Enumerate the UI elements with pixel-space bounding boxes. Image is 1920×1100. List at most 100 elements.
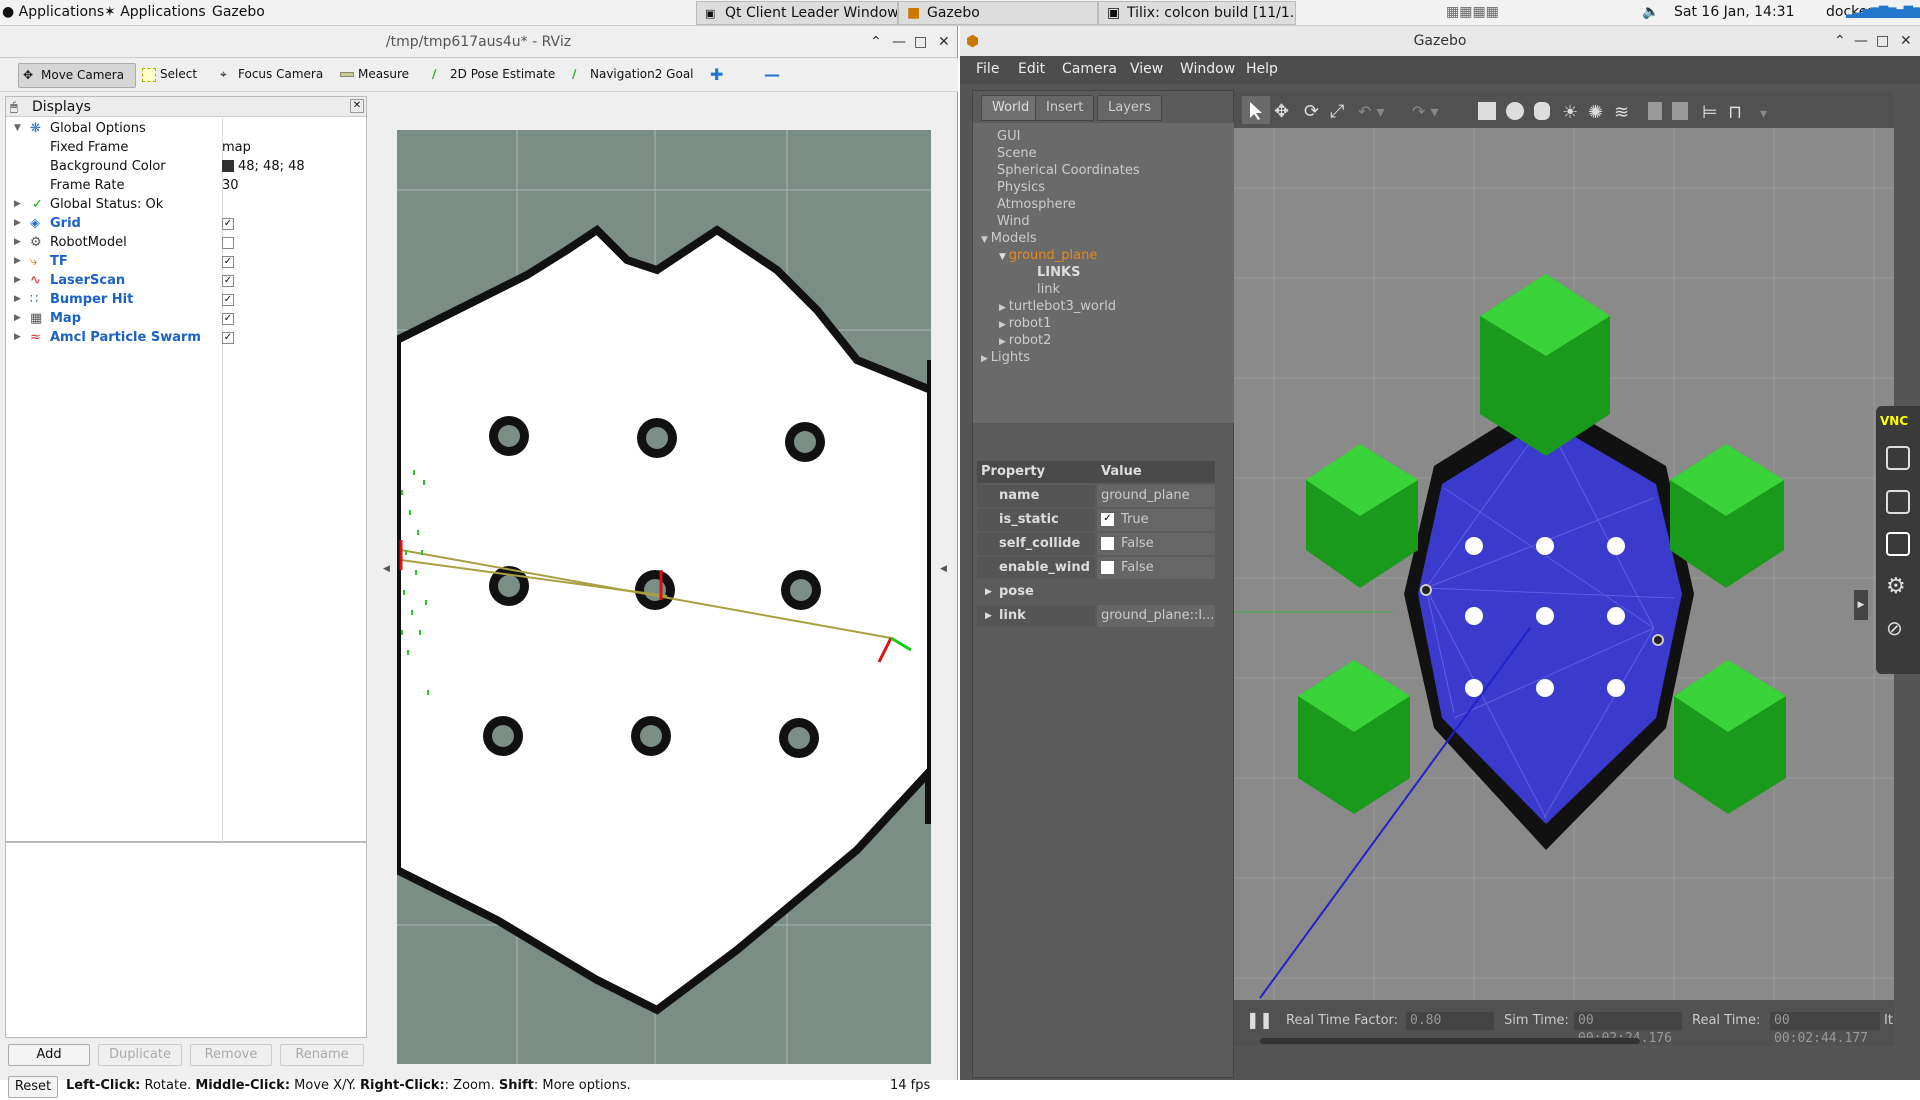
pose-estimate-tool[interactable]: ∕ 2D Pose Estimate — [428, 63, 561, 88]
pause-icon[interactable]: ❚❚ — [1246, 1010, 1273, 1029]
property-name[interactable]: name ground_plane — [977, 485, 1215, 507]
expand-arrow-icon[interactable]: ▶ — [14, 214, 21, 233]
tree-bumper-hit[interactable]: ▶ ∷ Bumper Hit ✓ — [6, 290, 366, 309]
tab-insert[interactable]: Insert — [1035, 95, 1095, 121]
clock[interactable]: Sat 16 Jan, 14:31 — [1674, 4, 1795, 20]
expand-arrow-icon[interactable]: ▶ — [999, 320, 1009, 330]
tab-layers[interactable]: Layers — [1097, 95, 1163, 121]
tf-checkbox[interactable]: ✓ — [222, 256, 234, 268]
workspace-switcher-icon[interactable]: ▦▦▦▦ — [1446, 4, 1499, 20]
rviz-minimize-button-2[interactable]: — — [892, 26, 906, 58]
tree-laserscan[interactable]: ▶ ∿ LaserScan ✓ — [6, 271, 366, 290]
tree-wind[interactable]: Wind — [997, 214, 1030, 229]
tree-atmosphere[interactable]: Atmosphere — [997, 197, 1076, 212]
amcl-checkbox[interactable]: ✓ — [222, 332, 234, 344]
fixed-frame-value[interactable]: map — [222, 138, 251, 157]
expand-arrow-icon[interactable]: ▶ — [985, 605, 992, 627]
keyboard-icon[interactable] — [1886, 446, 1910, 470]
gear-icon[interactable]: ⚙ — [1886, 574, 1906, 599]
laserscan-checkbox[interactable]: ✓ — [222, 275, 234, 287]
gazebo-minimize-button[interactable]: — — [1854, 26, 1868, 56]
duplicate-button[interactable]: Duplicate — [98, 1044, 182, 1066]
tree-gui[interactable]: GUI — [997, 129, 1020, 144]
tree-link[interactable]: link — [1037, 282, 1060, 297]
property-self-collide[interactable]: self_collide False — [977, 533, 1215, 555]
rviz-minimize-button[interactable]: ⌃ — [870, 26, 882, 58]
expand-arrow-icon[interactable]: ▶ — [14, 290, 21, 309]
rename-button[interactable]: Rename — [280, 1044, 364, 1066]
expand-arrow-icon[interactable]: ▶ — [14, 328, 21, 347]
tree-physics[interactable]: Physics — [997, 180, 1045, 195]
menu-edit[interactable]: Edit — [1018, 61, 1045, 77]
tree-map[interactable]: ▶ ▦ Map ✓ — [6, 309, 366, 328]
rviz-close-button[interactable]: ✕ — [938, 26, 950, 58]
taskbar-window-tilix[interactable]: ▣ Tilix: colcon build [11/1... — [1098, 1, 1296, 25]
add-tool-icon[interactable]: ✚ — [706, 63, 727, 88]
rviz-3d-viewport[interactable] — [397, 130, 931, 1064]
property-pose[interactable]: ▶ pose — [977, 581, 1215, 603]
measure-tool[interactable]: Measure — [336, 63, 415, 88]
clipboard-icon[interactable] — [1886, 490, 1910, 514]
tree-global-options[interactable]: ▼ ❋ Global Options — [6, 119, 366, 138]
property-enable-wind[interactable]: enable_wind False — [977, 557, 1215, 579]
remove-button[interactable]: Remove — [190, 1044, 272, 1066]
grid-checkbox[interactable]: ✓ — [222, 218, 234, 230]
expand-arrow-icon[interactable]: ▶ — [14, 309, 21, 328]
add-button[interactable]: Add — [8, 1044, 90, 1066]
rviz-maximize-button[interactable]: □ — [914, 26, 927, 58]
tree-background-color[interactable]: Background Color 48; 48; 48 — [6, 157, 366, 176]
property-link[interactable]: ▶ link ground_plane::l... — [977, 605, 1215, 627]
tree-turtlebot3-world[interactable]: ▶ turtlebot3_world — [999, 299, 1116, 314]
expand-arrow-icon[interactable]: ▶ — [14, 271, 21, 290]
enable-wind-checkbox[interactable] — [1101, 561, 1114, 574]
reset-button[interactable]: Reset — [8, 1076, 58, 1098]
tree-robot2[interactable]: ▶ robot2 — [999, 333, 1051, 348]
close-panel-icon[interactable]: ✕ — [350, 99, 364, 113]
tree-global-status[interactable]: ▶ ✓ Global Status: Ok — [6, 195, 366, 214]
tree-fixed-frame[interactable]: Fixed Frame map — [6, 138, 366, 157]
menu-window[interactable]: Window — [1180, 61, 1235, 77]
disconnect-icon[interactable]: ⊘ — [1886, 616, 1903, 640]
collapse-arrow-icon[interactable]: ▼ — [981, 235, 991, 245]
gazebo-launcher[interactable]: Gazebo — [212, 4, 265, 20]
tree-scene[interactable]: Scene — [997, 146, 1037, 161]
is-static-checkbox[interactable]: ✓ — [1101, 513, 1114, 526]
gazebo-close-button[interactable]: ✕ — [1900, 26, 1912, 56]
vnc-handle-arrow-icon[interactable]: ▶ — [1854, 590, 1868, 620]
fullscreen-icon[interactable] — [1886, 532, 1910, 556]
gazebo-3d-scene[interactable] — [1234, 128, 1894, 1000]
applications-menu-1[interactable]: ● Applications — [2, 4, 104, 20]
menu-file[interactable]: File — [976, 61, 999, 77]
tree-tf[interactable]: ▶ ⤷ TF ✓ — [6, 252, 366, 271]
expand-arrow-icon[interactable]: ▶ — [981, 354, 991, 364]
tab-world[interactable]: World — [981, 95, 1041, 121]
tree-grid[interactable]: ▶ ◈ Grid ✓ — [6, 214, 366, 233]
left-splitter-arrow-icon[interactable]: ◀ — [383, 564, 390, 574]
select-tool[interactable]: Select — [138, 63, 203, 88]
tree-models[interactable]: ▼ Models — [981, 231, 1037, 246]
tree-amcl[interactable]: ▶ ≈ Amcl Particle Swarm ✓ — [6, 328, 366, 347]
map-checkbox[interactable]: ✓ — [222, 313, 234, 325]
frame-rate-value[interactable]: 30 — [222, 176, 239, 195]
self-collide-checkbox[interactable] — [1101, 537, 1114, 550]
tree-robot1[interactable]: ▶ robot1 — [999, 316, 1051, 331]
taskbar-window-gazebo[interactable]: ■ Gazebo — [898, 1, 1098, 25]
bumper-hit-checkbox[interactable]: ✓ — [222, 294, 234, 306]
focus-camera-tool[interactable]: ⌖ Focus Camera — [216, 63, 329, 88]
gazebo-maximize-button[interactable]: □ — [1876, 26, 1889, 56]
applications-menu-2[interactable]: ✶ Applications — [104, 4, 206, 20]
remove-tool-icon[interactable]: — — [760, 63, 784, 88]
background-color-value[interactable]: 48; 48; 48 — [238, 157, 305, 176]
tree-ground-plane[interactable]: ▼ ground_plane — [999, 248, 1097, 263]
tree-robotmodel[interactable]: ▶ ⚙ RobotModel — [6, 233, 366, 252]
right-splitter-arrow-icon[interactable]: ◀ — [940, 564, 947, 574]
volume-icon[interactable]: 🔈 — [1642, 4, 1659, 20]
gazebo-shade-button[interactable]: ⌃ — [1834, 26, 1846, 56]
move-camera-tool[interactable]: ✥ Move Camera — [18, 63, 136, 88]
expand-arrow-icon[interactable]: ▶ — [14, 233, 21, 252]
expand-arrow-icon[interactable]: ▶ — [999, 337, 1009, 347]
expand-arrow-icon[interactable]: ▶ — [999, 303, 1009, 313]
expand-arrow-icon[interactable]: ▶ — [985, 581, 992, 603]
menu-camera[interactable]: Camera — [1062, 61, 1117, 77]
menu-view[interactable]: View — [1130, 61, 1163, 77]
